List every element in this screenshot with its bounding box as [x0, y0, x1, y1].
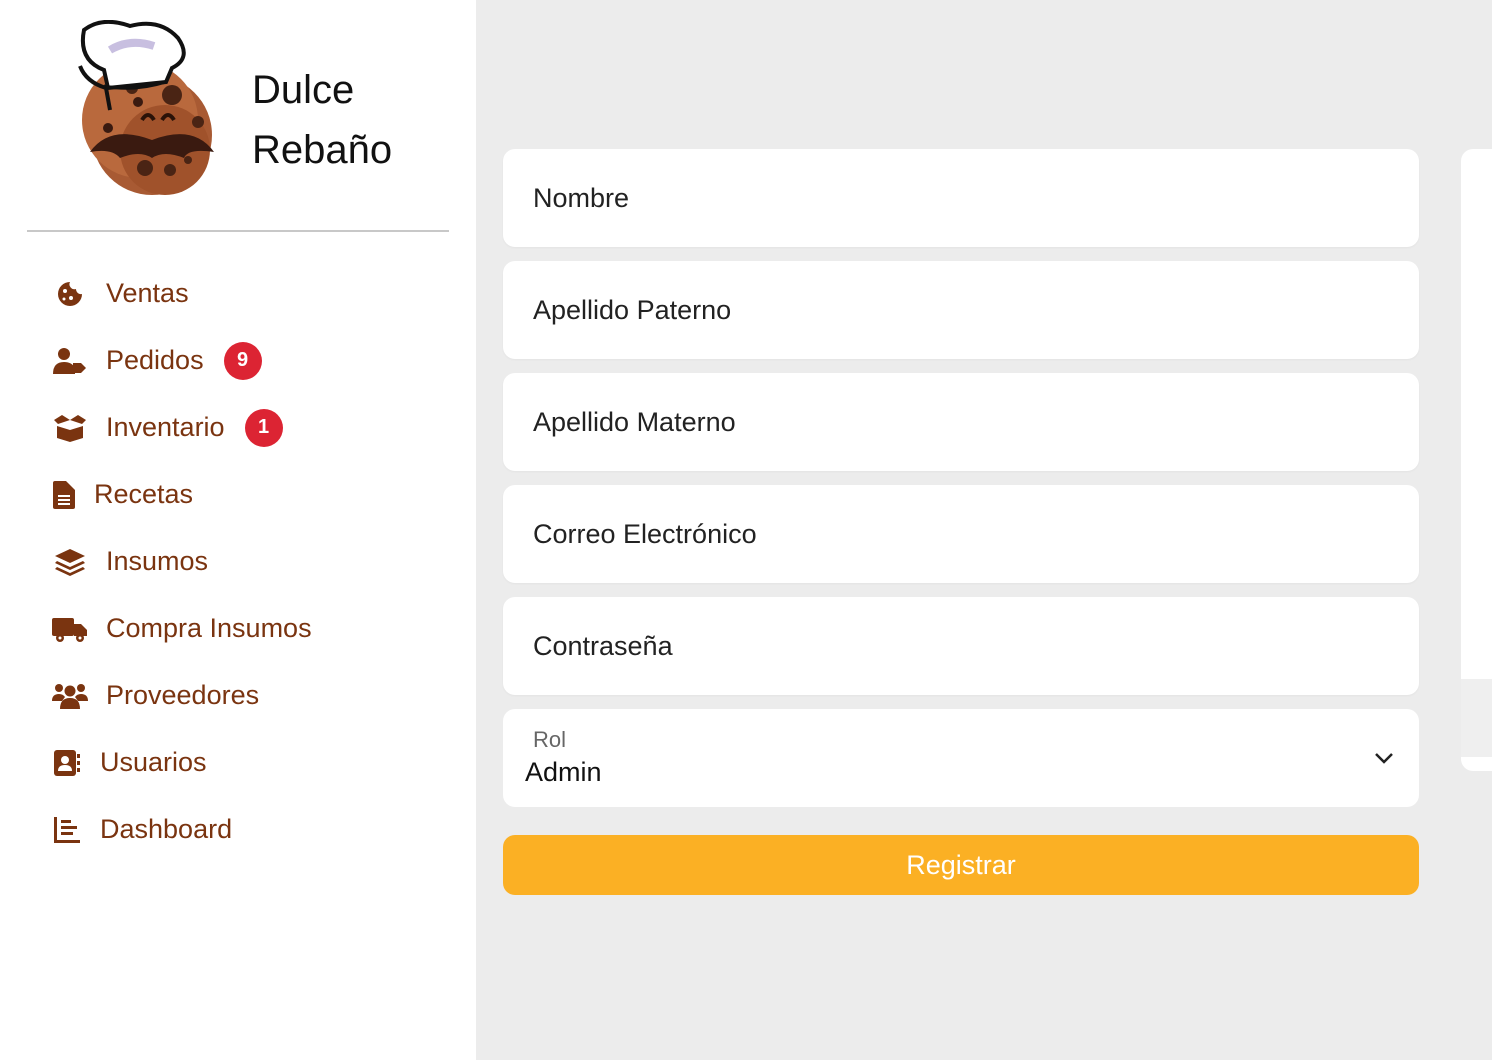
chevron-down-icon	[1375, 753, 1393, 764]
side-panel-footer	[1461, 679, 1492, 757]
correo-field[interactable]: Correo Electrónico	[503, 485, 1419, 583]
file-lines-icon	[52, 477, 76, 513]
user-tag-icon	[52, 343, 88, 379]
registrar-button[interactable]: Registrar	[503, 835, 1419, 895]
nav-label: Pedidos	[106, 345, 204, 375]
users-icon	[52, 678, 88, 714]
sidebar: Dulce Rebaño Ventas Pedidos 9 Inventario…	[0, 0, 476, 1060]
nombre-field[interactable]: Nombre	[503, 149, 1419, 247]
nav-item-recetas[interactable]: Recetas	[52, 461, 452, 528]
inventario-count-badge: 1	[244, 408, 283, 447]
nav-label: Dashboard	[100, 814, 233, 844]
nav-item-inventario[interactable]: Inventario 1	[52, 394, 452, 461]
user-registration-form: Nombre Apellido Paterno Apellido Materno…	[503, 149, 1419, 895]
contrasena-placeholder: Contraseña	[533, 630, 673, 661]
brand-name: Dulce Rebaño	[252, 68, 393, 172]
nav-label: Proveedores	[106, 680, 260, 710]
apellido-paterno-field[interactable]: Apellido Paterno	[503, 261, 1419, 359]
nav-label: Insumos	[106, 546, 209, 576]
nav-item-dashboard[interactable]: Dashboard	[52, 796, 452, 863]
correo-placeholder: Correo Electrónico	[533, 518, 757, 549]
nav-item-usuarios[interactable]: Usuarios	[52, 729, 452, 796]
chef-cookie-logo	[78, 20, 214, 195]
nav-label: Inventario	[106, 412, 225, 442]
nav-label: Usuarios	[100, 747, 207, 777]
main-nav: Ventas Pedidos 9 Inventario 1 Recetas In…	[52, 260, 452, 863]
nav-label: Compra Insumos	[106, 613, 312, 643]
cookie-icon	[52, 276, 88, 312]
chart-bar-icon	[52, 812, 82, 848]
apellido-paterno-placeholder: Apellido Paterno	[533, 294, 732, 325]
nav-item-pedidos[interactable]: Pedidos 9	[52, 327, 452, 394]
layer-group-icon	[52, 544, 88, 580]
apellido-materno-placeholder: Apellido Materno	[533, 406, 736, 437]
nav-label: Recetas	[94, 479, 194, 509]
nav-item-ventas[interactable]: Ventas	[52, 260, 452, 327]
brand[interactable]: Dulce Rebaño	[70, 20, 450, 210]
box-open-icon	[52, 410, 88, 446]
nav-item-compra-insumos[interactable]: Compra Insumos	[52, 595, 452, 662]
address-book-icon	[52, 745, 82, 781]
apellido-materno-field[interactable]: Apellido Materno	[503, 373, 1419, 471]
sidebar-divider	[27, 230, 449, 232]
contrasena-field[interactable]: Contraseña	[503, 597, 1419, 695]
rol-value: Admin	[525, 757, 602, 787]
side-panel	[1461, 149, 1492, 771]
nombre-placeholder: Nombre	[533, 182, 630, 213]
rol-select[interactable]: Rol Admin	[503, 709, 1419, 807]
rol-label: Rol	[533, 727, 567, 752]
nav-item-proveedores[interactable]: Proveedores	[52, 662, 452, 729]
nav-item-insumos[interactable]: Insumos	[52, 528, 452, 595]
truck-icon	[52, 611, 88, 647]
pedidos-count-badge: 9	[223, 341, 262, 380]
nav-label: Ventas	[106, 278, 189, 308]
